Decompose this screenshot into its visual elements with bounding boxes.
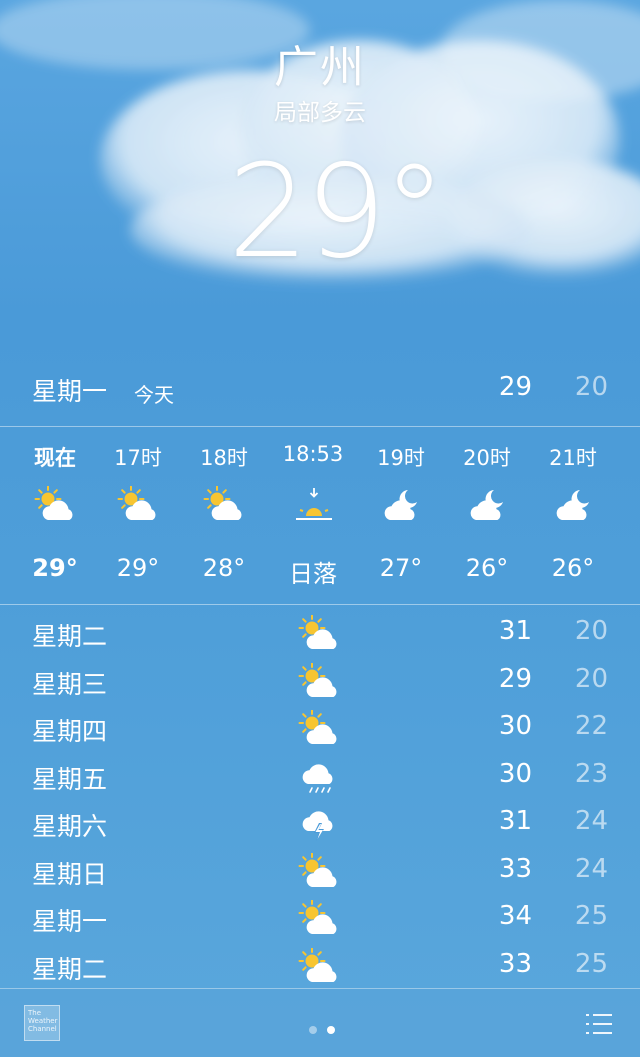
moon-cloud-icon (552, 486, 596, 526)
day-low-temperature: 24 (574, 853, 608, 884)
day-name: 星期一 (32, 907, 108, 936)
hourly-forecast-scroller[interactable]: 现在 29° 17时 29° 18时 28° 18:53 日落 19时 27° 20时 26° 21时 2… (0, 428, 640, 604)
day-low-temperature: 25 (574, 948, 608, 979)
hour-temperature: 29° (32, 554, 78, 582)
sun-cloud-icon (34, 485, 78, 526)
sun-cloud-icon (298, 852, 342, 891)
rain-cloud-icon (298, 758, 342, 796)
day-name: 星期日 (32, 859, 108, 889)
today-summary: 星期一 今天 29 20 (0, 364, 640, 416)
moon-cloud-icon (380, 486, 424, 526)
sun-cloud-icon (203, 485, 247, 526)
daily-forecast-list[interactable]: 星期二 31 20 星期三 29 20 星期四 30 22 星期五 30 23 星期六 31 24 星期日 33… (0, 610, 640, 990)
sun-cloud-icon (298, 947, 342, 986)
hourly-item: 21时 26° (530, 428, 616, 604)
hour-label: 17时 (114, 446, 162, 470)
day-high-temperature: 31 (498, 616, 532, 646)
hour-temperature: 27° (379, 554, 423, 582)
hour-label: 2 (616, 442, 640, 466)
hour-temperature: 29° (116, 554, 160, 582)
sun-cloud-icon (298, 899, 342, 938)
thunderstorm-icon (298, 805, 342, 843)
today-day-name: 星期一 (32, 377, 108, 406)
hourly-item: 现在 29° (12, 428, 98, 604)
hour-label: 21时 (549, 446, 597, 470)
hour-label: 19时 (377, 446, 425, 470)
daily-forecast-row: 星期六 31 24 (0, 800, 640, 848)
day-high-temperature: 31 (498, 806, 532, 836)
hour-label: 20时 (463, 446, 511, 470)
day-high-temperature: 33 (498, 948, 532, 979)
daily-forecast-row: 星期三 29 20 (0, 658, 640, 706)
daily-forecast-row: 星期日 33 24 (0, 848, 640, 896)
hour-temperature: 28° (202, 554, 246, 582)
day-low-temperature: 22 (574, 711, 608, 741)
day-high-temperature: 33 (498, 853, 532, 884)
page-indicator[interactable] (304, 1019, 340, 1038)
page-dot-active[interactable] (327, 1026, 335, 1034)
day-low-temperature: 24 (574, 806, 608, 836)
sun-cloud-icon (298, 614, 342, 653)
hour-temperature: 日落 (289, 560, 337, 588)
sun-cloud-icon (298, 709, 342, 748)
hour-temperature: 26° (465, 554, 509, 582)
day-high-temperature: 30 (498, 711, 532, 741)
today-low: 20 (574, 372, 608, 402)
page-dot[interactable] (309, 1026, 317, 1034)
hour-label: 现在 (34, 446, 76, 470)
daily-forecast-row: 星期二 31 20 (0, 610, 640, 658)
day-low-temperature: 20 (574, 663, 608, 694)
day-high-temperature: 34 (498, 901, 532, 931)
sun-cloud-icon (298, 662, 342, 701)
hourly-item: 17时 29° (95, 428, 181, 604)
daily-forecast-row: 星期二 33 25 (0, 943, 640, 991)
divider (0, 426, 640, 427)
day-high-temperature: 29 (498, 663, 532, 694)
bottom-toolbar: The Weather Channel (0, 988, 640, 1057)
daily-forecast-row: 星期四 30 22 (0, 705, 640, 753)
daily-forecast-row: 星期一 34 25 (0, 895, 640, 943)
weather-condition: 局部多云 (274, 100, 366, 126)
day-name: 星期五 (32, 764, 108, 794)
hourly-item: 20时 26° (444, 428, 530, 604)
hour-label: 18:53 (282, 442, 344, 466)
today-label: 今天 (134, 383, 174, 407)
day-name: 星期二 (32, 622, 108, 651)
today-high: 29 (498, 372, 532, 402)
day-high-temperature: 30 (498, 758, 532, 789)
hourly-item: 22 (616, 428, 640, 604)
hourly-item: 18时 28° (181, 428, 267, 604)
hourly-item: 19时 27° (358, 428, 444, 604)
day-name: 星期二 (32, 954, 108, 984)
moon-cloud-icon (466, 486, 510, 526)
location-header: 广州 局部多云 29° (0, 40, 640, 278)
day-low-temperature: 23 (574, 758, 608, 789)
day-low-temperature: 20 (574, 616, 608, 646)
day-low-temperature: 25 (574, 901, 608, 931)
divider (0, 604, 640, 605)
sunset-icon (292, 486, 336, 526)
city-list-icon[interactable] (584, 1011, 614, 1037)
daily-forecast-row: 星期五 30 23 (0, 753, 640, 801)
hour-label: 18时 (200, 446, 248, 470)
hour-temperature: 2 (616, 554, 640, 582)
sun-cloud-icon (117, 485, 161, 526)
city-name: 广州 (274, 42, 366, 93)
weather-channel-logo[interactable]: The Weather Channel (24, 1005, 60, 1041)
current-temperature: 29° (227, 138, 447, 287)
day-name: 星期四 (32, 717, 108, 746)
day-name: 星期六 (32, 812, 108, 841)
day-name: 星期三 (32, 669, 108, 699)
hour-temperature: 26° (551, 554, 595, 582)
hourly-item: 18:53 日落 (270, 428, 356, 604)
